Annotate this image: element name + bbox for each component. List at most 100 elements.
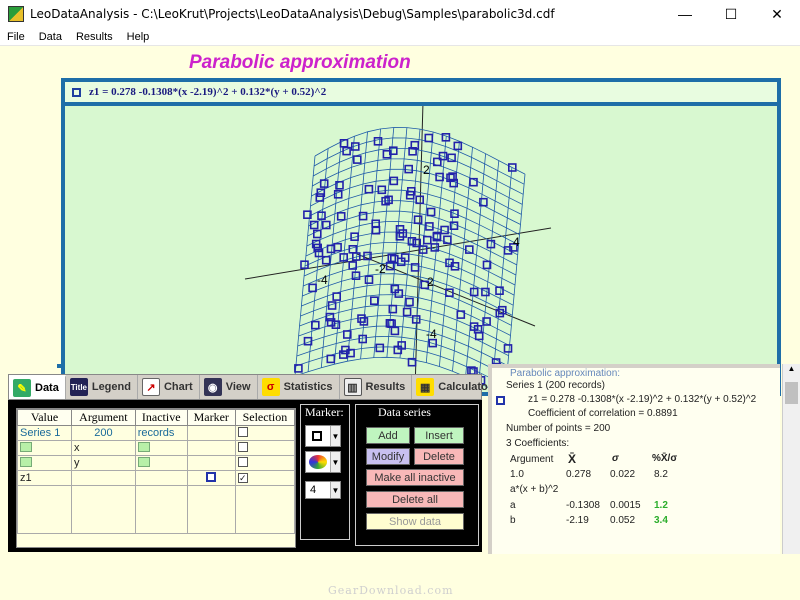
results-scrollbar[interactable]: ▲ xyxy=(782,364,800,554)
selection-checkbox[interactable] xyxy=(237,441,248,452)
cell-selection[interactable] xyxy=(234,455,296,471)
col-xbar-header: X̄ xyxy=(568,452,577,466)
data-point-marker xyxy=(390,326,400,336)
selection-checkbox[interactable] xyxy=(237,456,248,467)
delete-all-button[interactable]: Delete all xyxy=(366,491,464,508)
data-point-marker xyxy=(424,133,434,143)
plot-frame: z1 = 0.278 -0.1308*(x -2.19)^2 + 0.132*(… xyxy=(61,78,781,396)
title-bar: LeoDataAnalysis - C:\LeoKrut\Projects\Le… xyxy=(0,0,800,28)
menu-results[interactable]: Results xyxy=(69,31,120,43)
color-swatch[interactable] xyxy=(20,456,32,467)
tab-data[interactable]: ✎ Data xyxy=(9,375,66,399)
table-row[interactable]: z1 ✓ xyxy=(16,470,296,486)
results-points: Number of points = 200 xyxy=(506,423,611,434)
cell-marker[interactable] xyxy=(186,470,236,486)
app-icon xyxy=(8,6,24,22)
cell-inactive[interactable] xyxy=(134,455,188,471)
cell-inactive[interactable]: records xyxy=(134,425,188,441)
row3-sigma: 0.052 xyxy=(610,515,636,526)
cell-argument[interactable]: 200 xyxy=(71,425,136,441)
cell-selection[interactable]: ✓ xyxy=(234,470,296,486)
cell-argument[interactable]: y xyxy=(71,455,136,471)
term-text: a*(x + b)^2 xyxy=(510,484,559,495)
cell-marker[interactable] xyxy=(186,455,236,471)
color-swatch[interactable] xyxy=(20,441,32,452)
menu-file[interactable]: File xyxy=(0,31,32,43)
menu-bar: File Data Results Help xyxy=(0,28,800,46)
modify-button[interactable]: Modify xyxy=(366,448,410,465)
row3-ratio: 3.4 xyxy=(654,515,668,526)
cell-argument[interactable] xyxy=(71,470,136,486)
data-point-marker xyxy=(405,297,414,307)
surface-plot[interactable]: -424-22-4-6 xyxy=(65,106,777,392)
cell-selection[interactable] xyxy=(234,440,296,456)
chart-icon: ↗ xyxy=(141,378,160,396)
tab-results[interactable]: ▥ Results xyxy=(340,375,413,399)
marker-size-select[interactable]: 4 ▼ xyxy=(305,481,341,499)
cell-value[interactable] xyxy=(16,440,73,456)
cell-value[interactable] xyxy=(16,455,73,471)
menu-data[interactable]: Data xyxy=(32,31,69,43)
scroll-up-icon[interactable]: ▲ xyxy=(783,364,800,380)
inactive-swatch[interactable] xyxy=(137,456,150,467)
close-button[interactable]: ✕ xyxy=(754,0,800,28)
data-point-marker xyxy=(422,235,432,245)
cell-value[interactable]: Series 1 xyxy=(16,425,73,441)
series-marker-icon[interactable] xyxy=(72,87,81,97)
menu-help[interactable]: Help xyxy=(120,31,157,43)
row1-argument: 1.0 xyxy=(510,469,524,480)
plot-area[interactable]: -424-22-4-6 xyxy=(65,106,777,392)
series-grid: Value Argument Inactive Marker Selection… xyxy=(16,408,296,548)
results-panel[interactable]: Parabolic approximation: Series 1 (200 r… xyxy=(488,364,780,554)
maximize-button[interactable]: ☐ xyxy=(708,0,754,28)
show-data-button[interactable]: Show data xyxy=(366,513,464,530)
inactive-swatch[interactable] xyxy=(137,441,150,452)
minimize-button[interactable]: — xyxy=(662,0,708,28)
delete-button[interactable]: Delete xyxy=(414,448,464,465)
results-title: Parabolic approximation: xyxy=(510,368,621,379)
make-all-inactive-button[interactable]: Make all inactive xyxy=(366,469,464,486)
square-marker-icon xyxy=(312,431,322,441)
tab-legend[interactable]: Title Legend xyxy=(66,375,138,399)
insert-button[interactable]: Insert xyxy=(414,427,464,444)
table-row xyxy=(16,485,296,534)
eye-icon: ◉ xyxy=(203,378,222,396)
data-point-marker xyxy=(369,296,379,305)
tab-view[interactable]: ◉ View xyxy=(200,375,258,399)
cell-inactive[interactable] xyxy=(134,470,188,486)
row3-xbar: -2.19 xyxy=(566,515,589,526)
add-button[interactable]: Add xyxy=(366,427,410,444)
cell-marker[interactable] xyxy=(186,440,236,456)
data-point-marker xyxy=(426,207,436,217)
bottom-panel: ✎ Data Title Legend ↗ Chart ◉ View σ Sta… xyxy=(4,364,800,554)
tab-calculator[interactable]: ▦ Calculator xyxy=(412,375,500,399)
pencil-icon: ✎ xyxy=(13,379,31,397)
table-row[interactable]: x xyxy=(16,440,296,456)
cell-inactive[interactable] xyxy=(134,440,188,456)
tab-statistics[interactable]: σ Statistics xyxy=(258,375,340,399)
row2-ratio: 1.2 xyxy=(654,500,668,511)
tab-chart[interactable]: ↗ Chart xyxy=(138,375,200,399)
cell-selection[interactable] xyxy=(234,425,296,441)
axis-tick-label: 2 xyxy=(423,163,430,177)
selection-checkbox-checked[interactable]: ✓ xyxy=(237,473,248,483)
cell-argument[interactable]: x xyxy=(71,440,136,456)
col-ratio-header: %X̄/σ xyxy=(652,453,678,464)
cell-marker[interactable] xyxy=(186,425,236,441)
cell-value[interactable]: z1 xyxy=(16,470,73,486)
data-point-marker xyxy=(309,220,319,230)
results-coefficients: 3 Coefficients: xyxy=(506,438,570,449)
formula-text: z1 = 0.278 -0.1308*(x -2.19)^2 + 0.132*(… xyxy=(89,86,327,98)
marker-square-icon[interactable] xyxy=(206,471,217,482)
data-point-marker xyxy=(375,343,385,353)
surface-grid-line xyxy=(314,127,526,175)
marker-shape-select[interactable]: ▼ xyxy=(305,425,341,447)
marker-color-select[interactable]: ▼ xyxy=(305,451,341,473)
tab-label: View xyxy=(225,381,251,393)
tab-label: Data xyxy=(35,382,59,394)
selection-checkbox[interactable] xyxy=(237,426,248,437)
tab-label: Statistics xyxy=(283,381,333,393)
table-row[interactable]: y xyxy=(16,455,296,471)
scroll-thumb[interactable] xyxy=(785,382,798,404)
table-row[interactable]: Series 1 200 records xyxy=(16,425,296,441)
